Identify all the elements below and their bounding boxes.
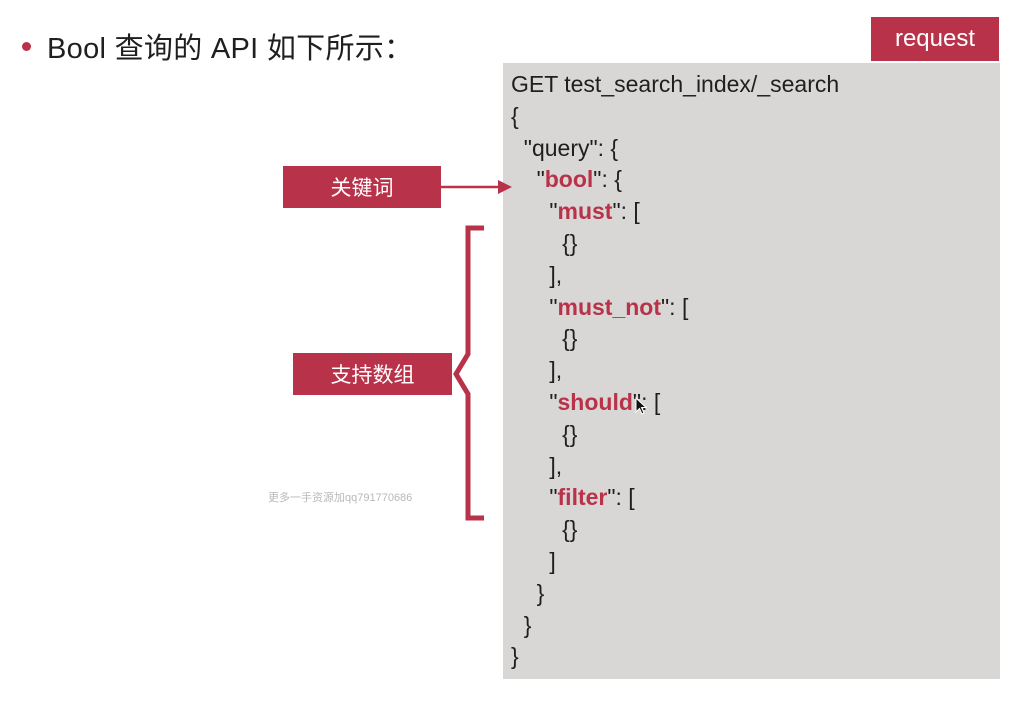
code-line: ], <box>511 451 1000 483</box>
code-line: "bool": { <box>511 164 1000 196</box>
code-line: {} <box>511 514 1000 546</box>
code-text: ], <box>549 357 563 384</box>
code-text: ] <box>549 547 556 574</box>
slide-title-text: Bool 查询的 API 如下所示： <box>47 33 414 65</box>
code-keyword-must: must <box>557 198 613 225</box>
code-text: {} <box>562 229 578 256</box>
code-text: ": [ <box>607 484 635 511</box>
arrow-right-icon <box>440 180 512 194</box>
arrow-head <box>498 180 512 194</box>
keyword-label: 关键词 <box>283 166 441 208</box>
code-text: ": [ <box>612 198 640 225</box>
bullet-dot-icon <box>22 41 31 51</box>
code-line: ] <box>511 546 1000 578</box>
code-text: {} <box>562 325 578 352</box>
code-line: "must": [ <box>511 196 1000 228</box>
code-text: ], <box>549 452 563 479</box>
code-keyword-should: should <box>557 388 633 415</box>
code-keyword-must-not: must_not <box>557 293 662 320</box>
code-text: } <box>523 611 532 638</box>
code-text: {} <box>562 420 578 447</box>
watermark-text: 更多一手资源加qq791770686 <box>268 492 413 504</box>
code-text: " <box>536 166 545 193</box>
code-text: "query": { <box>523 134 619 161</box>
cursor-arrow <box>635 397 648 415</box>
code-line: {} <box>511 419 1000 451</box>
code-text: {} <box>562 516 578 543</box>
code-line: "query": { <box>511 133 1000 165</box>
keyword-label-text: 关键词 <box>330 177 394 200</box>
code-text: " <box>549 198 558 225</box>
code-line: {} <box>511 323 1000 355</box>
code-text: ": { <box>593 166 622 193</box>
code-text: " <box>549 293 558 320</box>
code-text: " <box>549 388 558 415</box>
code-line: { <box>511 101 1000 133</box>
code-line: {} <box>511 228 1000 260</box>
code-keyword-filter: filter <box>557 484 608 511</box>
code-line: } <box>511 578 1000 610</box>
supports-array-label-text: 支持数组 <box>330 364 415 387</box>
curly-brace-icon <box>453 225 484 521</box>
code-text: { <box>511 102 519 129</box>
code-keyword-bool: bool <box>544 166 594 193</box>
code-line: "filter": [ <box>511 482 1000 514</box>
brace-path <box>453 225 484 521</box>
code-text: } <box>511 643 519 670</box>
code-text: ": [ <box>661 293 689 320</box>
code-text: ], <box>549 261 563 288</box>
code-line: GET test_search_index/_search <box>511 69 1000 101</box>
request-tab-label: request <box>894 25 976 52</box>
code-block: GET test_search_index/_search { "query": … <box>503 63 1000 679</box>
code-text: " <box>549 484 558 511</box>
code-line: "must_not": [ <box>511 292 1000 324</box>
code-line: } <box>511 610 1000 642</box>
code-line: ], <box>511 355 1000 387</box>
code-line: ], <box>511 260 1000 292</box>
supports-array-label: 支持数组 <box>293 353 452 395</box>
request-tab: request <box>871 17 999 61</box>
slide-title: Bool 查询的 API 如下所示： <box>22 26 413 66</box>
code-text: GET test_search_index/_search <box>511 71 840 97</box>
code-text: } <box>536 579 545 606</box>
code-line: "should": [ <box>511 387 1000 419</box>
code-line: } <box>511 641 1000 673</box>
mouse-cursor-icon <box>635 397 648 415</box>
